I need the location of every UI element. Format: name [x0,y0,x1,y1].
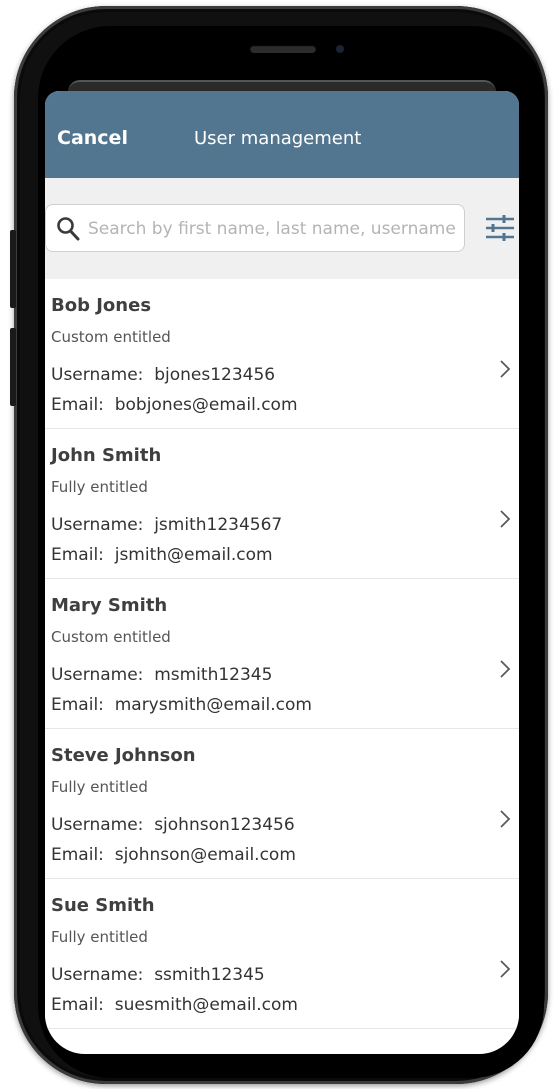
username-label: Username: [51,515,144,535]
search-bar [45,178,519,279]
chevron-right-icon [500,960,511,978]
user-list-item[interactable]: John Smith Fully entitled Username: jsmi… [45,429,519,579]
nav-header: Cancel User management [45,91,519,178]
chevron-right-icon [500,810,511,828]
search-input[interactable] [86,213,462,245]
user-email: bobjones@email.com [114,395,298,415]
user-list: Bob Jones Custom entitled Username: bjon… [45,279,519,1029]
search-box[interactable] [45,204,465,252]
cancel-button[interactable]: Cancel [57,127,128,149]
user-email-line: Email: bobjones@email.com [51,395,298,415]
user-email-line: Email: marysmith@email.com [51,695,312,715]
user-name: Sue Smith [51,895,155,916]
user-entitlement: Fully entitled [51,928,148,946]
user-email: suesmith@email.com [114,995,298,1015]
sliders-icon[interactable] [485,215,515,241]
user-username: bjones123456 [154,365,276,385]
user-name: Steve Johnson [51,745,196,766]
username-label: Username: [51,965,144,985]
username-label: Username: [51,365,144,385]
user-name: John Smith [51,445,162,466]
user-list-item[interactable]: Steve Johnson Fully entitled Username: s… [45,729,519,879]
user-entitlement: Fully entitled [51,778,148,796]
user-email-line: Email: jsmith@email.com [51,545,273,565]
user-email: marysmith@email.com [114,695,312,715]
user-list-item[interactable]: Mary Smith Custom entitled Username: msm… [45,579,519,729]
user-username-line: Username: jsmith1234567 [51,515,282,535]
email-label: Email: [51,395,104,415]
email-label: Email: [51,695,104,715]
user-email: sjohnson@email.com [114,845,296,865]
email-label: Email: [51,845,104,865]
phone-side-button [10,230,16,308]
user-username-line: Username: ssmith12345 [51,965,265,985]
user-list-item[interactable]: Sue Smith Fully entitled Username: ssmit… [45,879,519,1029]
search-icon [57,217,80,241]
user-username: jsmith1234567 [154,515,283,535]
phone-camera [336,45,344,53]
user-email: jsmith@email.com [114,545,273,565]
user-list-item[interactable]: Bob Jones Custom entitled Username: bjon… [45,279,519,429]
user-entitlement: Custom entitled [51,628,171,646]
user-name: Bob Jones [51,295,152,316]
user-email-line: Email: sjohnson@email.com [51,845,296,865]
username-label: Username: [51,665,144,685]
user-username-line: Username: bjones123456 [51,365,275,385]
user-email-line: Email: suesmith@email.com [51,995,298,1015]
user-username: sjohnson123456 [154,815,295,835]
phone-side-button [10,328,16,406]
phone-speaker [250,45,316,53]
user-entitlement: Custom entitled [51,328,171,346]
username-label: Username: [51,815,144,835]
chevron-right-icon [500,660,511,678]
user-username: msmith12345 [154,665,273,685]
app-screen: Cancel User management Bob Jones Custom … [45,91,519,1054]
chevron-right-icon [500,360,511,378]
user-name: Mary Smith [51,595,168,616]
chevron-right-icon [500,510,511,528]
user-entitlement: Fully entitled [51,478,148,496]
user-username-line: Username: msmith12345 [51,665,272,685]
user-username: ssmith12345 [154,965,265,985]
email-label: Email: [51,995,104,1015]
email-label: Email: [51,545,104,565]
user-username-line: Username: sjohnson123456 [51,815,295,835]
page-title: User management [194,128,362,149]
